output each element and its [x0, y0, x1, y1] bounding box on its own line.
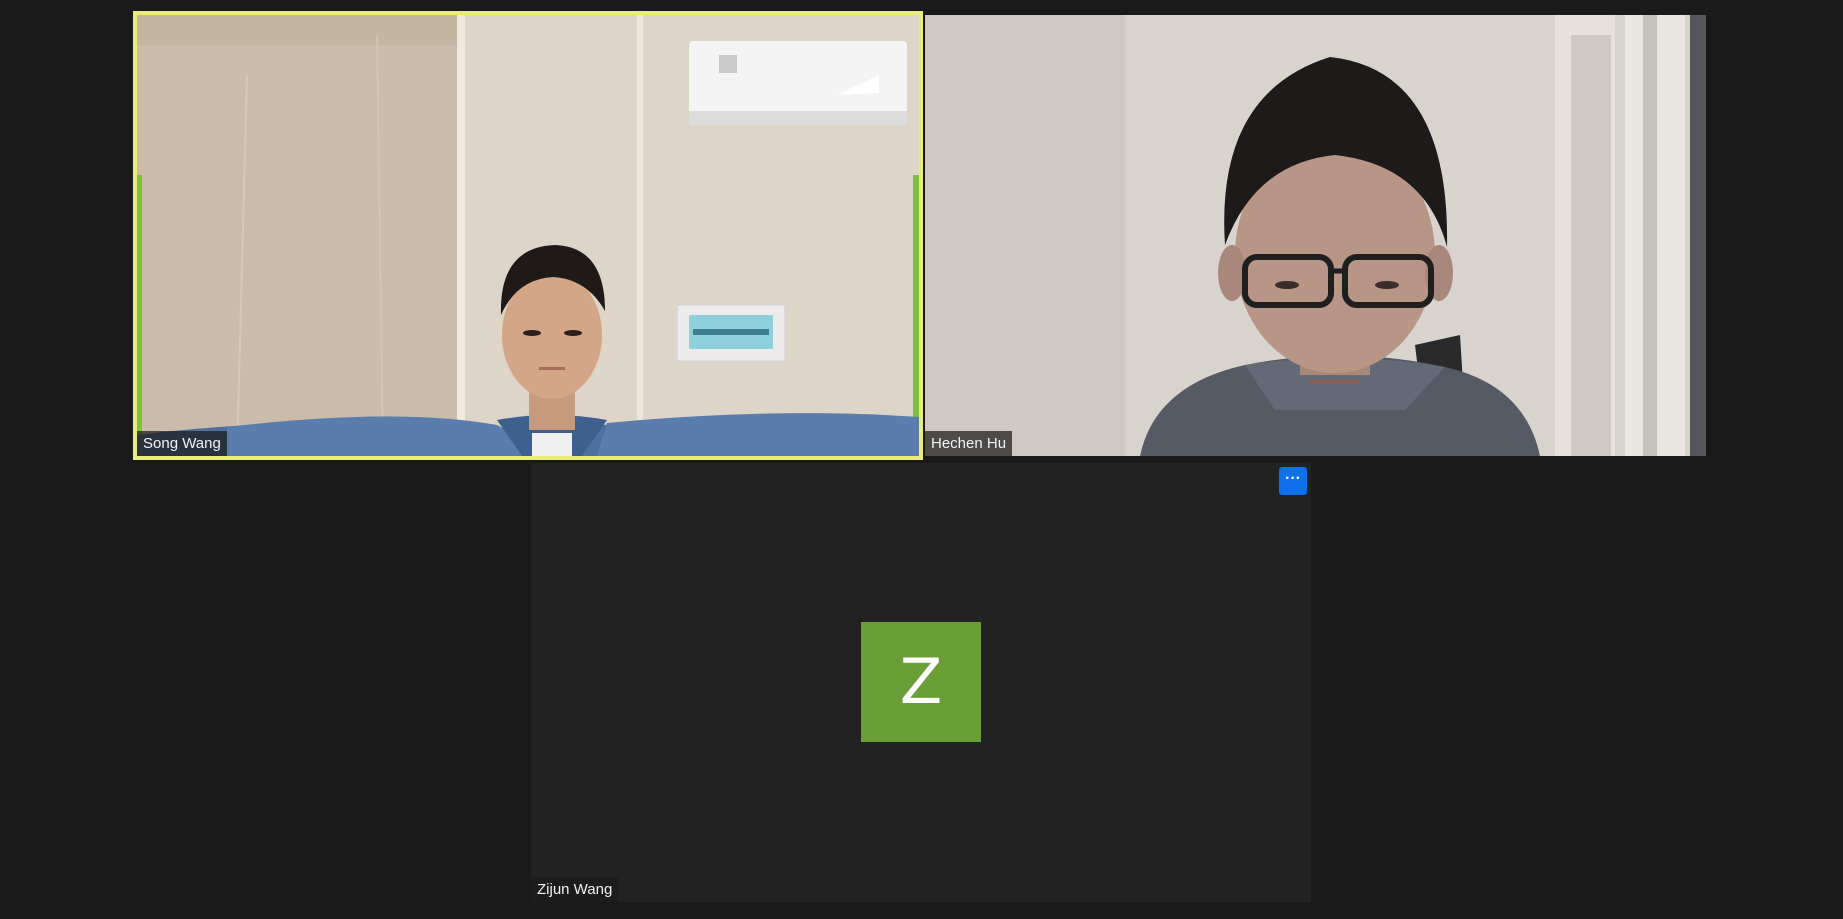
gallery-view: Song Wang Hechen Hu ··· Z Zijun Wang [0, 0, 1843, 919]
more-options-button[interactable]: ··· [1279, 467, 1307, 495]
video-tile-zijun-wang[interactable]: ··· Z Zijun Wang [531, 463, 1311, 902]
avatar: Z [861, 622, 981, 742]
participant-name-label: Hechen Hu [925, 431, 1013, 456]
participant-name-label: Song Wang [137, 431, 227, 456]
ellipsis-icon: ··· [1285, 470, 1301, 487]
video-tile-song-wang[interactable]: Song Wang [133, 11, 923, 460]
participant-name-label: Zijun Wang [531, 877, 619, 902]
avatar-initial: Z [899, 645, 943, 718]
video-tile-hechen-hu[interactable]: Hechen Hu [925, 15, 1706, 456]
participant-video [137, 15, 919, 456]
participant-video [925, 15, 1706, 456]
